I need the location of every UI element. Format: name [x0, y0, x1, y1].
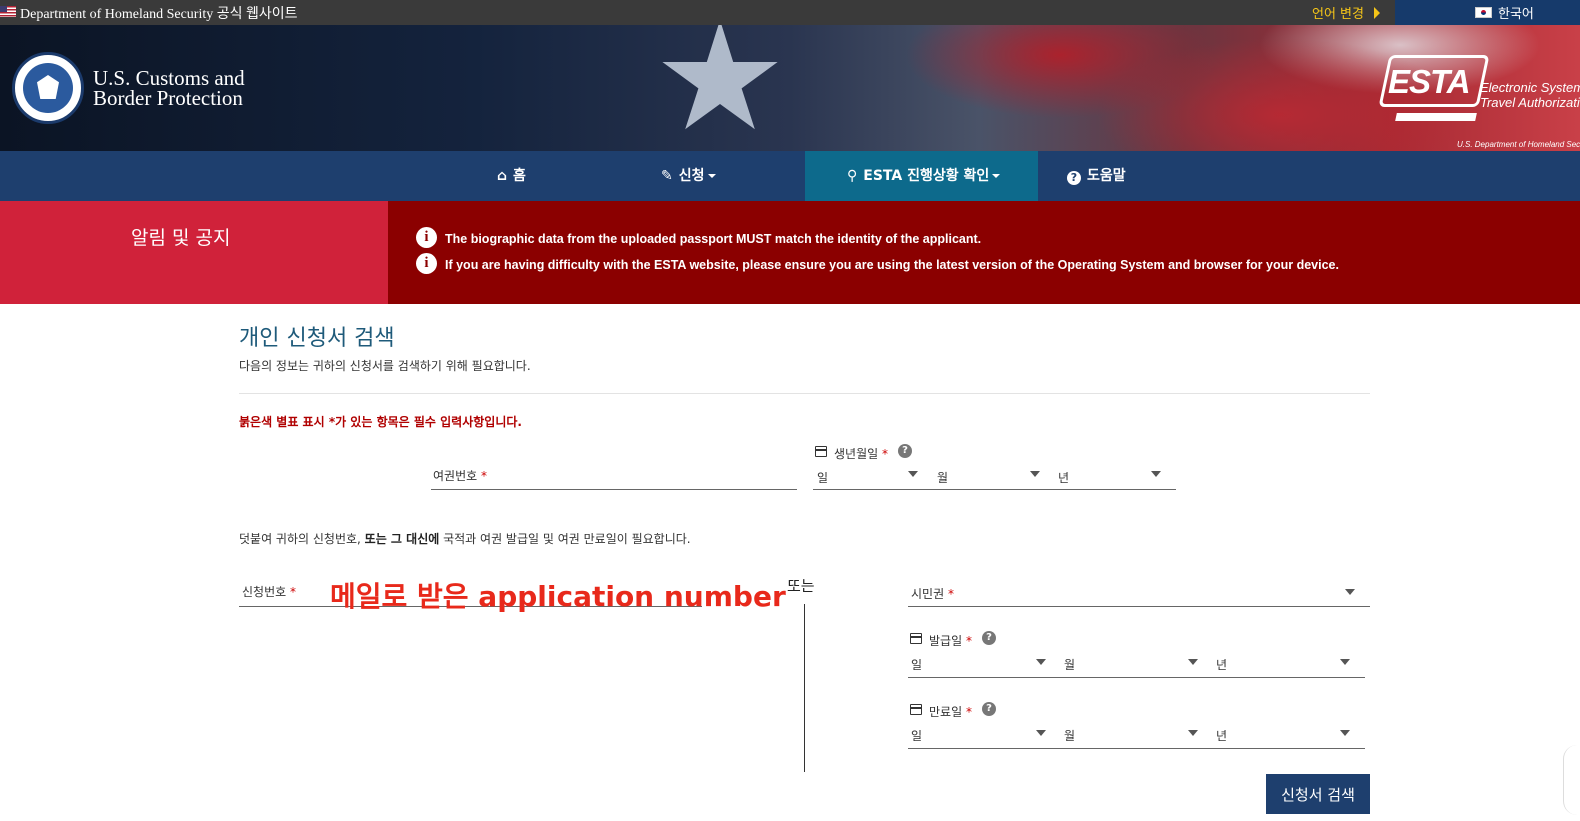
- required-note: 붉은색 별표 표시 *가 있는 항목은 필수 입력사항입니다.: [239, 415, 522, 429]
- home-icon: ⌂: [497, 168, 508, 184]
- dropdown-arrow-icon: [1188, 659, 1198, 665]
- dropdown-arrow-icon: [1345, 589, 1355, 595]
- citizenship-label: 시민권 *: [911, 587, 954, 601]
- dropdown-arrow-icon: [1036, 659, 1046, 665]
- or-divider-line: [804, 604, 805, 772]
- dropdown-arrow-icon: [1340, 730, 1350, 736]
- page-title: 개인 신청서 검색: [239, 326, 395, 351]
- esta-logo-dept: U.S. Department of Homeland Security: [1457, 140, 1580, 149]
- search-icon: ⚲: [847, 168, 858, 184]
- site-header: U.S. Customs and Border Protection ESTA …: [0, 25, 1580, 151]
- dropdown-arrow-icon: [1151, 471, 1161, 477]
- caret-down-icon: [707, 174, 716, 178]
- current-language[interactable]: 한국어: [1498, 3, 1534, 22]
- dob-label: 생년월일 *: [834, 447, 888, 461]
- esta-logo-subtitle: Electronic System for Travel Authorizati…: [1480, 80, 1580, 110]
- issue-year-select[interactable]: 년: [1216, 656, 1227, 673]
- notices-title-panel: 알림 및 공지: [0, 201, 388, 304]
- search-application-button[interactable]: 신청서 검색: [1266, 774, 1370, 814]
- dob-month-select[interactable]: 월: [937, 469, 948, 486]
- nav-help[interactable]: ? 도움말: [1067, 151, 1126, 201]
- calendar-icon: [910, 633, 922, 644]
- info-icon: i: [416, 253, 437, 274]
- notices-panel: i The biographic data from the uploaded …: [388, 201, 1580, 304]
- additional-info-text: 덧붙여 귀하의 신청번호, 또는 그 대신에 국적과 여권 발급일 및 여권 만…: [239, 532, 691, 546]
- esta-logo[interactable]: ESTA: [1378, 55, 1490, 123]
- gov-banner: Department of Homeland Security 공식 웹사이트 …: [0, 0, 1580, 25]
- flag-star-decoration: [662, 25, 778, 130]
- help-icon[interactable]: ?: [982, 631, 996, 645]
- issue-day-select[interactable]: 일: [911, 656, 922, 673]
- passport-number-label: 여권번호 *: [433, 469, 487, 483]
- cbp-logo-text[interactable]: U.S. Customs and Border Protection: [93, 68, 245, 109]
- pencil-icon: ✎: [661, 168, 673, 184]
- handwritten-annotation: 메일로 받은 application number: [330, 580, 786, 613]
- dropdown-arrow-icon: [1188, 730, 1198, 736]
- expiry-month-select[interactable]: 월: [1064, 727, 1075, 744]
- dropdown-arrow-icon: [1030, 471, 1040, 477]
- issue-date-underline: [908, 677, 1365, 678]
- citizenship-select[interactable]: [908, 606, 1370, 607]
- nav-apply[interactable]: ✎ 신청: [661, 151, 716, 201]
- us-flag-icon: [0, 6, 16, 17]
- issue-date-label: 발급일 *: [929, 634, 972, 648]
- korea-flag-icon: [1475, 7, 1492, 18]
- dhs-seal-logo[interactable]: [12, 52, 84, 124]
- or-label: 또는: [787, 577, 815, 595]
- scrollbar[interactable]: [1563, 745, 1580, 815]
- question-circle-icon: ?: [1067, 171, 1081, 185]
- dropdown-arrow-icon: [1340, 659, 1350, 665]
- passport-number-input[interactable]: [431, 489, 797, 490]
- dropdown-arrow-icon: [1036, 730, 1046, 736]
- caret-down-icon: [992, 174, 1001, 178]
- caret-right-icon: [1374, 7, 1380, 19]
- nav-home[interactable]: ⌂ 홈: [497, 151, 526, 201]
- dob-year-select[interactable]: 년: [1058, 469, 1069, 486]
- expiry-date-label: 만료일 *: [929, 705, 972, 719]
- notices-title: 알림 및 공지: [131, 227, 231, 249]
- official-site-text: Department of Homeland Security 공식 웹사이트: [20, 7, 298, 22]
- help-icon[interactable]: ?: [982, 702, 996, 716]
- expiry-date-underline: [908, 748, 1365, 749]
- dob-underline: [813, 489, 1176, 490]
- main-nav: ⌂ 홈 ✎ 신청 ⚲ ESTA 진행상황 확인 ? 도움말: [0, 151, 1580, 201]
- page-subtitle: 다음의 정보는 귀하의 신청서를 검색하기 위해 필요합니다.: [239, 359, 531, 373]
- nav-check-status[interactable]: ⚲ ESTA 진행상황 확인: [847, 151, 1001, 201]
- expiry-day-select[interactable]: 일: [911, 727, 922, 744]
- calendar-icon: [815, 446, 827, 457]
- change-language-link[interactable]: 언어 변경: [1312, 3, 1364, 22]
- divider: [239, 393, 1370, 394]
- dob-day-select[interactable]: 일: [817, 469, 828, 486]
- dropdown-arrow-icon: [908, 471, 918, 477]
- expiry-year-select[interactable]: 년: [1216, 727, 1227, 744]
- issue-month-select[interactable]: 월: [1064, 656, 1075, 673]
- help-icon[interactable]: ?: [898, 444, 912, 458]
- application-number-label: 신청번호 *: [242, 585, 296, 599]
- calendar-icon: [910, 704, 922, 715]
- info-icon: i: [416, 227, 437, 248]
